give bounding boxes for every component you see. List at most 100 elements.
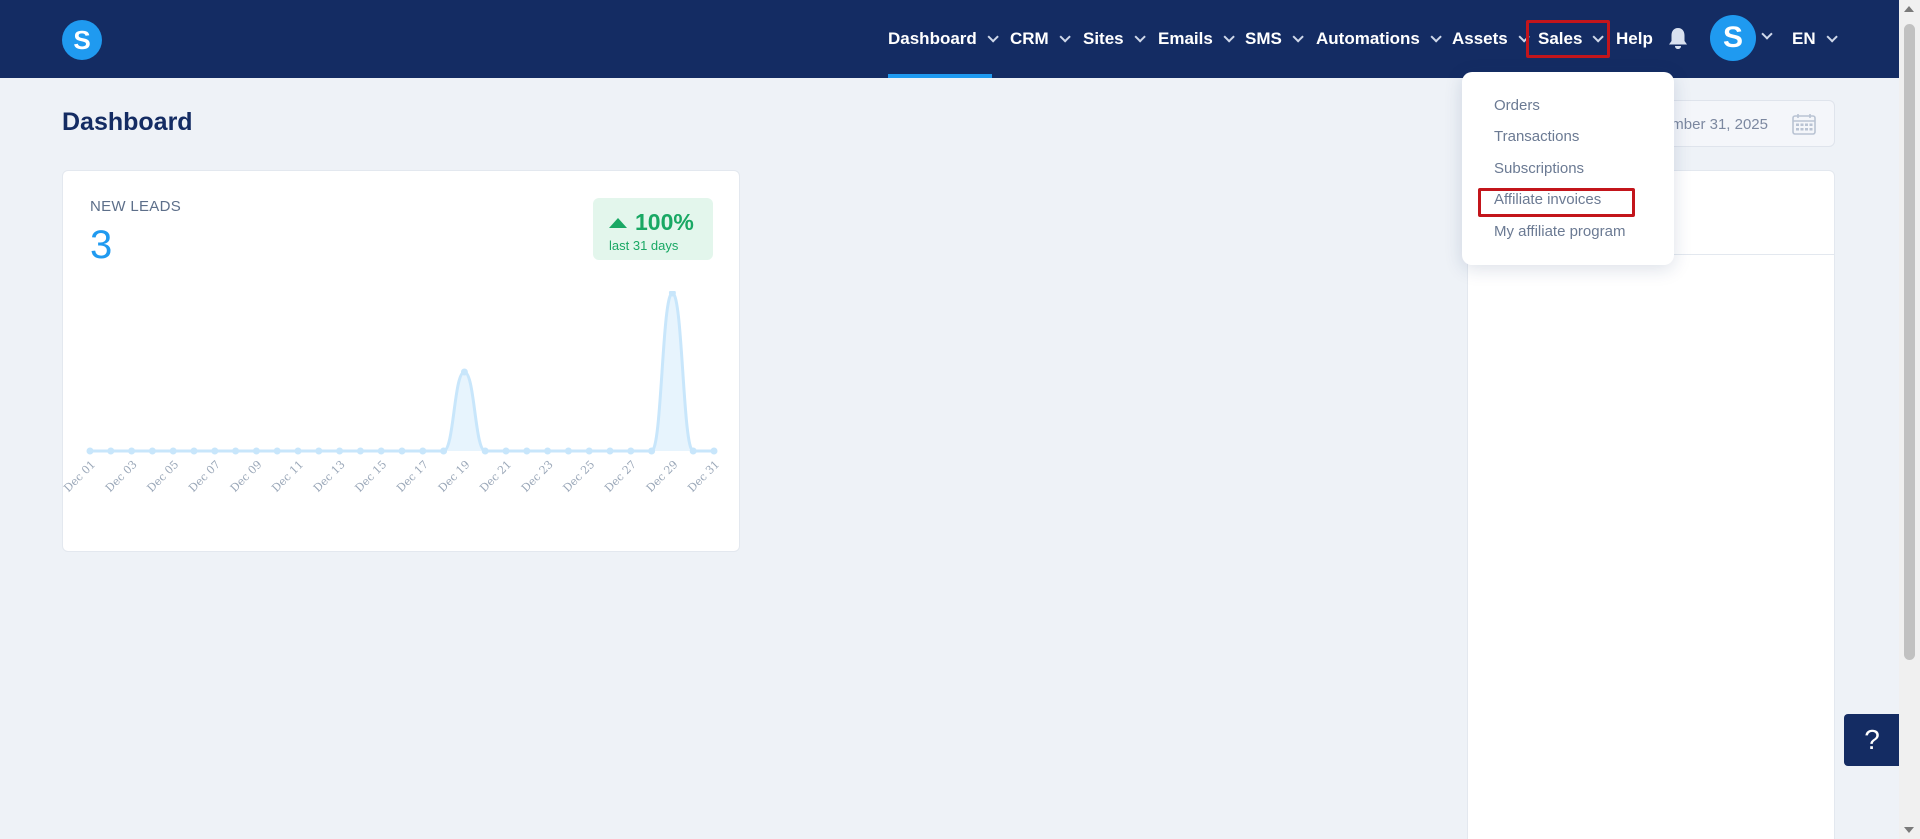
nav-dashboard[interactable]: Dashboard — [888, 0, 999, 78]
language-selector[interactable]: EN — [1792, 0, 1838, 78]
chart-point[interactable] — [710, 447, 718, 455]
nav-active-indicator — [888, 74, 992, 78]
nav-help-label: Help — [1616, 29, 1653, 48]
nav-assets-label: Assets — [1452, 29, 1508, 48]
nav-sms-label: SMS — [1245, 29, 1282, 48]
x-tick-label: Dec 15 — [353, 458, 390, 495]
chart-area-fill — [90, 293, 714, 451]
x-tick-label: Dec 13 — [311, 458, 348, 495]
chevron-down-icon — [1134, 31, 1146, 43]
nav-emails[interactable]: Emails — [1158, 0, 1235, 78]
growth-period: last 31 days — [609, 238, 679, 253]
app-logo[interactable]: S — [62, 20, 102, 60]
chart-point[interactable] — [315, 447, 323, 455]
chart-point[interactable] — [606, 447, 614, 455]
chevron-down-icon — [1059, 31, 1071, 43]
chart-point[interactable] — [232, 447, 240, 455]
help-button[interactable]: ? — [1844, 714, 1900, 766]
chevron-down-icon — [1826, 31, 1838, 43]
nav-help[interactable]: Help — [1616, 0, 1653, 78]
calendar-icon — [1792, 114, 1816, 135]
x-tick-label: Dec 01 — [63, 458, 98, 495]
growth-percent: 100% — [635, 209, 694, 235]
arrow-up-icon — [609, 218, 627, 228]
chart-point[interactable] — [460, 368, 468, 376]
x-tick-label: Dec 23 — [519, 458, 556, 495]
nav-sms[interactable]: SMS — [1245, 0, 1304, 78]
chevron-down-icon[interactable] — [1761, 28, 1773, 40]
chart-point[interactable] — [211, 447, 219, 455]
affiliate-highlight-box — [1478, 188, 1635, 217]
x-tick-label: Dec 21 — [477, 458, 514, 495]
nav-sites[interactable]: Sites — [1083, 0, 1146, 78]
nav-automations-label: Automations — [1316, 29, 1420, 48]
x-tick-label: Dec 05 — [145, 458, 182, 495]
chart-point[interactable] — [481, 447, 489, 455]
x-tick-label: Dec 07 — [186, 458, 223, 495]
chart-point[interactable] — [627, 447, 635, 455]
sales-dropdown-menu: Orders Transactions Subscriptions Affili… — [1462, 72, 1674, 265]
x-tick-label: Dec 19 — [436, 458, 473, 495]
chart-point[interactable] — [294, 447, 302, 455]
chart-point[interactable] — [86, 447, 94, 455]
nav-dashboard-label: Dashboard — [888, 29, 977, 48]
menu-item-orders[interactable]: Orders — [1494, 97, 1540, 114]
card-value: 3 — [90, 223, 113, 267]
scrollbar-thumb[interactable] — [1904, 24, 1915, 660]
chart-point[interactable] — [689, 447, 697, 455]
scrollbar[interactable] — [1899, 0, 1920, 839]
avatar[interactable]: S — [1710, 15, 1756, 61]
chart-point[interactable] — [585, 447, 593, 455]
chart-point[interactable] — [190, 447, 198, 455]
nav-emails-label: Emails — [1158, 29, 1213, 48]
x-tick-label: Dec 17 — [394, 458, 431, 495]
right-panel — [1467, 170, 1835, 839]
language-label: EN — [1792, 29, 1816, 48]
chart-point[interactable] — [544, 447, 552, 455]
x-tick-label: Dec 03 — [103, 458, 140, 495]
nav-assets[interactable]: Assets — [1452, 0, 1530, 78]
chart-point[interactable] — [398, 447, 406, 455]
menu-item-my-affiliate-program[interactable]: My affiliate program — [1494, 223, 1625, 240]
chart-point[interactable] — [336, 447, 344, 455]
menu-item-subscriptions[interactable]: Subscriptions — [1494, 160, 1584, 177]
x-tick-label: Dec 29 — [644, 458, 681, 495]
chart-point[interactable] — [564, 447, 572, 455]
chart-point[interactable] — [502, 447, 510, 455]
page-title: Dashboard — [62, 108, 193, 136]
chart-point[interactable] — [252, 447, 260, 455]
menu-item-transactions[interactable]: Transactions — [1494, 128, 1579, 145]
growth-badge: 100% last 31 days — [593, 198, 713, 260]
chart-point[interactable] — [107, 447, 115, 455]
scroll-down-arrow-icon[interactable] — [1904, 827, 1914, 833]
chart-point[interactable] — [419, 447, 427, 455]
date-range-text: ember 31, 2025 — [1662, 116, 1768, 133]
scroll-up-arrow-icon[interactable] — [1904, 6, 1914, 12]
x-tick-label: Dec 25 — [561, 458, 598, 495]
card-label: NEW LEADS — [90, 198, 182, 215]
chart-point[interactable] — [128, 447, 136, 455]
nav-sites-label: Sites — [1083, 29, 1124, 48]
sales-highlight-box — [1526, 20, 1610, 58]
chart-point[interactable] — [648, 447, 656, 455]
nav-crm[interactable]: CRM — [1010, 0, 1071, 78]
x-tick-label: Dec 11 — [269, 458, 306, 495]
chevron-down-icon — [1430, 31, 1442, 43]
chevron-down-icon — [987, 31, 999, 43]
x-tick-label: Dec 09 — [228, 458, 265, 495]
chevron-down-icon — [1223, 31, 1235, 43]
chart-point[interactable] — [169, 447, 177, 455]
chart-point[interactable] — [148, 447, 156, 455]
chart-series-line — [89, 291, 714, 453]
bell-icon[interactable] — [1667, 26, 1689, 50]
chart-point[interactable] — [523, 447, 531, 455]
x-tick-label: Dec 27 — [602, 458, 639, 495]
chart-point[interactable] — [377, 447, 385, 455]
chart-point[interactable] — [356, 447, 364, 455]
nav-crm-label: CRM — [1010, 29, 1049, 48]
new-leads-card: NEW LEADS 3 100% last 31 days Dec 01 Dec … — [62, 170, 740, 552]
leads-chart: Dec 01 Dec 03 Dec 05 Dec 07 Dec 09 Dec 11 Dec … — [63, 291, 722, 495]
chart-point[interactable] — [273, 447, 281, 455]
nav-automations[interactable]: Automations — [1316, 0, 1442, 78]
chart-point[interactable] — [440, 447, 448, 455]
